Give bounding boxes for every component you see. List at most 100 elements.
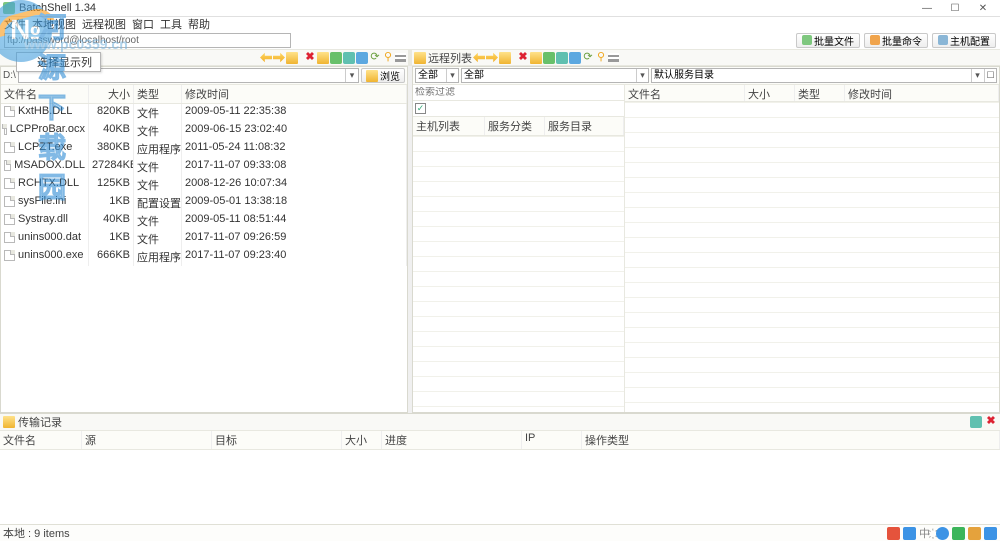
green-action-icon[interactable] xyxy=(330,52,342,64)
column-context-menu[interactable]: 选择显示列 xyxy=(16,52,101,72)
table-row[interactable]: sysFile.ini1KB配置设置2009-05-01 13:38:18 xyxy=(1,194,407,212)
tray-icon-3[interactable] xyxy=(936,527,949,540)
host-search-input[interactable] xyxy=(415,87,622,98)
path-dropdown-icon[interactable]: ▾ xyxy=(345,69,358,82)
r-pin-icon[interactable]: ⚲ xyxy=(595,52,607,64)
log-action1-icon[interactable] xyxy=(970,416,982,428)
folder-icon[interactable] xyxy=(286,52,298,64)
file-icon xyxy=(4,178,15,189)
log-col-src[interactable]: 源 xyxy=(82,431,212,449)
tray-icon-5[interactable] xyxy=(968,527,981,540)
batch-cmd-button[interactable]: 批量命令 xyxy=(864,33,928,48)
r-view-mode-icon[interactable] xyxy=(608,53,619,62)
refresh-icon[interactable]: ⟳ xyxy=(369,52,381,64)
col-svc[interactable]: 服务分类 xyxy=(485,117,545,135)
col-mtime[interactable]: 修改时间 xyxy=(182,85,407,103)
address-row: 批量文件 批量命令 主机配置 xyxy=(0,31,1000,49)
window-title: BatchShell 1.34 xyxy=(19,2,96,14)
batch-file-button[interactable]: 批量文件 xyxy=(796,33,860,48)
host-list[interactable] xyxy=(413,136,624,412)
browse-folder-icon xyxy=(366,70,378,82)
r-col-size[interactable]: 大小 xyxy=(745,85,795,101)
nav-back-icon[interactable] xyxy=(260,52,272,64)
menu-window[interactable]: 窗口 xyxy=(132,16,154,32)
minimize-button[interactable]: — xyxy=(913,3,941,14)
delete-icon[interactable]: ✖ xyxy=(304,52,316,64)
r-delete-icon[interactable]: ✖ xyxy=(517,52,529,64)
nav-fwd-icon[interactable] xyxy=(273,52,285,64)
r-refresh-icon[interactable]: ⟳ xyxy=(582,52,594,64)
remote-pane: 全部▾ 全部▾ 默认服务目录▾ ☐ ✓ 主机列表 服务分类 xyxy=(412,66,1000,413)
table-row[interactable]: RCHTX.DLL125KB文件2008-12-26 10:07:34 xyxy=(1,176,407,194)
close-button[interactable]: ✕ xyxy=(969,3,997,14)
blue-action-icon[interactable] xyxy=(356,52,368,64)
remote-list-icon xyxy=(414,52,426,64)
menu-remote[interactable]: 远程视图 xyxy=(82,16,126,32)
col-dir[interactable]: 服务目录 xyxy=(545,117,624,135)
log-col-size[interactable]: 大小 xyxy=(342,431,382,449)
clear-icon[interactable]: ☐ xyxy=(984,69,996,82)
local-file-list[interactable]: KxtHB.DLL820KB文件2009-05-11 22:35:38LCPPr… xyxy=(1,104,407,412)
col-filename[interactable]: 文件名 xyxy=(1,85,89,103)
col-type[interactable]: 类型 xyxy=(134,85,182,103)
r-new-folder-icon[interactable] xyxy=(530,52,542,64)
log-col-ip[interactable]: IP xyxy=(522,431,582,449)
r-folder-icon[interactable] xyxy=(499,52,511,64)
tray-ime-icon[interactable]: 中 ҉ xyxy=(919,525,933,541)
log-col-dst[interactable]: 目标 xyxy=(212,431,342,449)
address-input[interactable] xyxy=(4,33,291,48)
log-clear-icon[interactable]: ✖ xyxy=(985,416,997,428)
file-icon xyxy=(4,106,15,117)
r-teal-action-icon[interactable] xyxy=(556,52,568,64)
status-bar: 本地 : 9 items 中 ҉ xyxy=(0,524,1000,541)
title-bar: BatchShell 1.34 — ☐ ✕ xyxy=(0,0,1000,17)
r-col-filename[interactable]: 文件名 xyxy=(625,85,745,101)
tray-icon-1[interactable] xyxy=(887,527,900,540)
menu-tools[interactable]: 工具 xyxy=(160,16,182,32)
local-grid-header[interactable]: 文件名 大小 类型 修改时间 xyxy=(1,85,407,104)
select-all-checkbox[interactable]: ✓ xyxy=(415,103,426,114)
r-green-action-icon[interactable] xyxy=(543,52,555,64)
table-row[interactable]: Systray.dll40KB文件2009-05-11 08:51:44 xyxy=(1,212,407,230)
maximize-button[interactable]: ☐ xyxy=(941,3,969,14)
tray-icon-4[interactable] xyxy=(952,527,965,540)
file-icon xyxy=(4,160,11,171)
menu-file[interactable]: 文件 xyxy=(4,16,26,32)
log-header: 文件名 源 目标 大小 进度 IP 操作类型 xyxy=(0,431,1000,450)
table-row[interactable]: MSADOX.DLL27284KB文件2017-11-07 09:33:08 xyxy=(1,158,407,176)
col-size[interactable]: 大小 xyxy=(89,85,134,103)
table-row[interactable]: unins000.dat1KB文件2017-11-07 09:26:59 xyxy=(1,230,407,248)
file-icon xyxy=(4,142,15,153)
r-col-mtime[interactable]: 修改时间 xyxy=(845,85,999,101)
browse-button[interactable]: 浏览 xyxy=(361,68,405,83)
r-nav-back-icon[interactable] xyxy=(473,52,485,64)
context-menu-item[interactable]: 选择显示列 xyxy=(17,53,100,71)
log-col-file[interactable]: 文件名 xyxy=(0,431,82,449)
remote-file-list[interactable] xyxy=(625,102,999,412)
table-row[interactable]: unins000.exe666KB应用程序2017-11-07 09:23:40 xyxy=(1,248,407,266)
log-icon xyxy=(3,416,15,428)
filter-combo-2[interactable]: 全部▾ xyxy=(461,68,649,83)
menu-local[interactable]: 本地视图 xyxy=(32,16,76,32)
log-col-prog[interactable]: 进度 xyxy=(382,431,522,449)
menu-help[interactable]: 帮助 xyxy=(188,16,210,32)
file-icon xyxy=(4,124,7,135)
view-mode-icon[interactable] xyxy=(395,53,406,62)
table-row[interactable]: KxtHB.DLL820KB文件2009-05-11 22:35:38 xyxy=(1,104,407,122)
r-nav-fwd-icon[interactable] xyxy=(486,52,498,64)
pin-icon[interactable]: ⚲ xyxy=(382,52,394,64)
table-row[interactable]: LCPZT.exe380KB应用程序2011-05-24 11:08:32 xyxy=(1,140,407,158)
r-blue-action-icon[interactable] xyxy=(569,52,581,64)
col-host[interactable]: 主机列表 xyxy=(413,117,485,135)
teal-action-icon[interactable] xyxy=(343,52,355,64)
new-folder-icon[interactable] xyxy=(317,52,329,64)
tray-icon-2[interactable] xyxy=(903,527,916,540)
table-row[interactable]: LCPProBar.ocx40KB文件2009-06-15 23:02:40 xyxy=(1,122,407,140)
service-dir-combo[interactable]: 默认服务目录▾ ☐ xyxy=(651,68,997,83)
tray-icon-6[interactable] xyxy=(984,527,997,540)
host-cfg-button[interactable]: 主机配置 xyxy=(932,33,996,48)
filter-combo-1[interactable]: 全部▾ xyxy=(415,68,459,83)
log-col-op[interactable]: 操作类型 xyxy=(582,431,1000,449)
status-text: 本地 : 9 items xyxy=(3,525,70,541)
r-col-type[interactable]: 类型 xyxy=(795,85,845,101)
